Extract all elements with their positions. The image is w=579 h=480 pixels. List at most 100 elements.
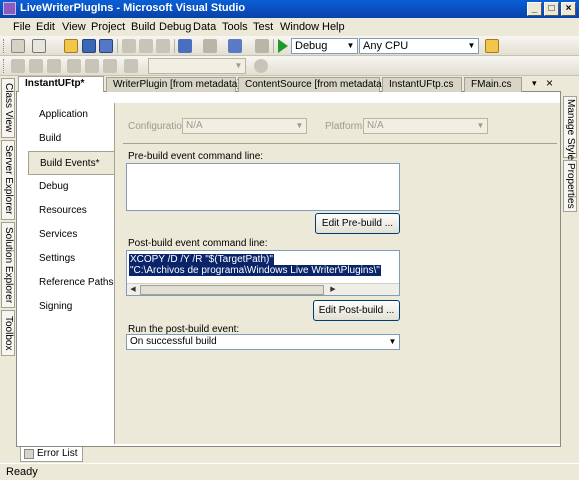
align-right-icon[interactable]: [47, 59, 61, 73]
menu-build[interactable]: Build: [131, 21, 155, 33]
copy-icon[interactable]: [139, 39, 153, 53]
solution-explorer-tab[interactable]: Solution Explorer: [1, 222, 15, 308]
tab-contentsource-metadata[interactable]: ContentSource [from metadata]: [238, 77, 385, 92]
navigate-backward-icon[interactable]: [228, 39, 242, 53]
platform-value: N/A: [367, 120, 384, 131]
prebuild-label: Pre-build event command line:: [128, 151, 264, 162]
align-bottom-icon[interactable]: [103, 59, 117, 73]
close-button[interactable]: ×: [561, 2, 576, 16]
toolbar-grip[interactable]: [3, 39, 6, 53]
add-item-icon[interactable]: [32, 39, 46, 53]
paste-icon[interactable]: [156, 39, 170, 53]
right-tool-rail: Manage Styles Properties: [561, 92, 579, 446]
configuration-value: N/A: [186, 120, 203, 131]
align-top-icon[interactable]: [67, 59, 81, 73]
chevron-down-icon: ▼: [465, 39, 478, 53]
scrollbar-thumb[interactable]: [140, 285, 324, 295]
server-explorer-tab[interactable]: Server Explorer: [1, 140, 15, 220]
error-list-tab[interactable]: Error List: [20, 447, 83, 462]
open-file-icon[interactable]: [64, 39, 78, 53]
menu-data[interactable]: Data: [193, 21, 216, 33]
solution-configuration-dropdown[interactable]: Debug ▼: [291, 38, 358, 54]
divider: [123, 143, 557, 144]
align-left-icon[interactable]: [11, 59, 25, 73]
build-events-page: Configuration: N/A ▼ Platform: N/A ▼ Pre…: [114, 103, 560, 444]
align-middle-icon[interactable]: [85, 59, 99, 73]
undo-icon[interactable]: [178, 39, 192, 53]
configuration-label: Configuration:: [128, 121, 191, 132]
cut-icon[interactable]: [122, 39, 136, 53]
nav-build-events[interactable]: Build Events*: [28, 151, 114, 175]
nav-signing[interactable]: Signing: [28, 295, 114, 319]
find-in-files-icon[interactable]: [485, 39, 499, 53]
new-project-icon[interactable]: [11, 39, 25, 53]
toolbar-separator: [174, 39, 175, 53]
nav-debug[interactable]: Debug: [28, 175, 114, 199]
toolbar-separator: [117, 39, 118, 53]
save-icon[interactable]: [82, 39, 96, 53]
edit-prebuild-button[interactable]: Edit Pre-build ...: [315, 213, 400, 234]
postbuild-label: Post-build event command line:: [128, 238, 268, 249]
edit-postbuild-button[interactable]: Edit Post-build ...: [313, 300, 400, 321]
error-list-icon: [24, 449, 34, 459]
target-schema-dropdown[interactable]: ▼: [148, 58, 246, 74]
start-debugging-icon[interactable]: [278, 39, 288, 53]
toolbar-grip[interactable]: [3, 59, 6, 73]
align-center-icon[interactable]: [29, 59, 43, 73]
nav-build[interactable]: Build: [28, 127, 114, 151]
navigate-forward-icon[interactable]: [255, 39, 269, 53]
menu-test[interactable]: Test: [253, 21, 273, 33]
window-list-icon[interactable]: ▾: [532, 78, 537, 89]
properties-tab[interactable]: Properties: [563, 160, 577, 212]
bottom-tool-tabs: Error List: [16, 446, 561, 463]
tab-instantuftp-cs[interactable]: InstantUFtp.cs: [382, 77, 462, 92]
tab-instantuftp-properties[interactable]: InstantUFtp*: [18, 76, 104, 92]
nav-application[interactable]: Application: [28, 103, 114, 127]
configuration-dropdown: N/A ▼: [182, 118, 307, 134]
nav-settings[interactable]: Settings: [28, 247, 114, 271]
menu-tools[interactable]: Tools: [222, 21, 248, 33]
menu-view[interactable]: View: [62, 21, 86, 33]
scroll-left-icon[interactable]: ◀: [127, 284, 139, 295]
menu-project[interactable]: Project: [91, 21, 125, 33]
platform-label: Platform:: [325, 121, 366, 132]
status-bar: Ready: [0, 463, 579, 480]
postbuild-command-textbox[interactable]: XCOPY /D /Y /R "$(TargetPath)" "C:\Archi…: [126, 250, 400, 296]
menu-window[interactable]: Window: [280, 21, 319, 33]
check-accessibility-icon[interactable]: [254, 59, 268, 73]
menu-bar: File Edit View Project Build Debug Data …: [0, 18, 579, 36]
postbuild-line-1: XCOPY /D /Y /R "$(TargetPath)": [129, 254, 274, 265]
toolbox-tab[interactable]: Toolbox: [1, 310, 15, 356]
menu-file[interactable]: File: [13, 21, 31, 33]
minimize-button[interactable]: _: [527, 2, 542, 16]
save-all-icon[interactable]: [99, 39, 113, 53]
class-view-tab[interactable]: Class View: [1, 78, 15, 138]
chevron-down-icon: ▼: [344, 39, 357, 53]
menu-edit[interactable]: Edit: [36, 21, 55, 33]
manage-styles-tab[interactable]: Manage Styles: [563, 96, 577, 165]
prebuild-command-textbox[interactable]: [126, 163, 400, 211]
nav-services[interactable]: Services: [28, 223, 114, 247]
layout-toolbar: ▼: [0, 56, 579, 76]
horizontal-scrollbar[interactable]: ◀ ▶: [127, 283, 399, 295]
run-postbuild-dropdown[interactable]: On successful build ▼: [126, 334, 400, 350]
solution-platform-dropdown[interactable]: Any CPU ▼: [359, 38, 479, 54]
nav-reference-paths[interactable]: Reference Paths: [28, 271, 114, 295]
solution-platform-value: Any CPU: [363, 40, 409, 52]
menu-help[interactable]: Help: [322, 21, 345, 33]
tab-writerplugin-metadata[interactable]: WriterPlugin [from metadata]: [106, 77, 240, 92]
document-tab-strip: InstantUFtp* WriterPlugin [from metadata…: [16, 76, 561, 92]
standard-toolbar: Debug ▼ Any CPU ▼: [0, 36, 579, 56]
nav-resources[interactable]: Resources: [28, 199, 114, 223]
menu-debug[interactable]: Debug: [159, 21, 191, 33]
close-document-icon[interactable]: ×: [546, 76, 553, 90]
run-postbuild-value: On successful build: [130, 336, 217, 347]
left-tool-rail: Class View Server Explorer Solution Expl…: [0, 76, 16, 446]
maximize-button[interactable]: □: [544, 2, 559, 16]
property-page-nav: Application Build Build Events* Debug Re…: [28, 103, 114, 444]
scroll-right-icon[interactable]: ▶: [327, 284, 339, 295]
error-list-label: Error List: [37, 448, 78, 459]
tab-fmain-cs[interactable]: FMain.cs: [464, 77, 522, 92]
make-same-size-icon[interactable]: [124, 59, 138, 73]
redo-icon[interactable]: [203, 39, 217, 53]
